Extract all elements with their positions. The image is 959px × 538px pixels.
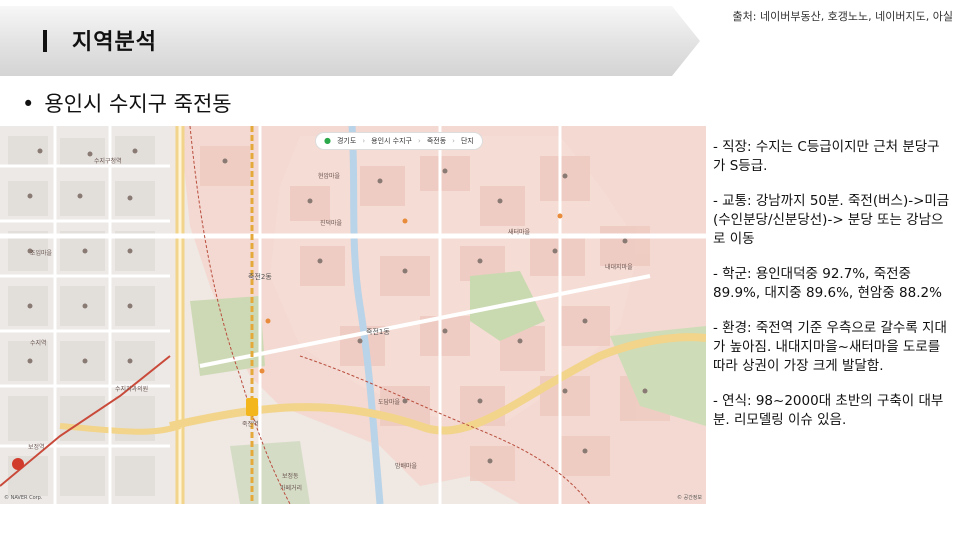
map-copyright: © NAVER Corp.	[4, 495, 43, 501]
breadcrumb-province[interactable]: 경기도	[337, 133, 356, 149]
map-label-jindeokmaeul: 진덕마을	[320, 220, 343, 227]
note-employment: - 직장: 수지는 C등급이지만 근처 분당구가 S등급.	[713, 139, 940, 174]
map-label-bojeongdong: 보정동	[282, 473, 299, 480]
map-label-jukjeon1: 죽전1동	[366, 328, 390, 336]
map-label-sujiguchinlyo: 수지치과의원	[115, 386, 149, 393]
title-accent-bar	[43, 30, 47, 52]
map-label-bojeongyeok: 보정역	[28, 444, 45, 451]
analysis-notes: - 직장: 수지는 C등급이지만 근처 분당구가 S등급. - 교통: 강남까지…	[713, 138, 951, 446]
area-map[interactable]: ● 경기도 › 용인시 수지구 › 죽전동 › 단지 죽전2동 죽전1동 죽전역…	[0, 126, 706, 504]
page-subtitle: • 용인시 수지구 죽전동	[22, 88, 232, 118]
map-label-sujigusi: 수지구청역	[94, 158, 122, 165]
note-transport: - 교통: 강남까지 50분. 죽전(버스)->미금(수인분당/신분당선)-> …	[713, 193, 950, 247]
map-label-hyeonammaeul: 현암마을	[318, 173, 341, 180]
breadcrumb-separator-icon: ›	[362, 137, 366, 145]
breadcrumb-dong[interactable]: 죽전동	[427, 133, 446, 149]
map-label-jukjeon-station: 죽전역	[242, 421, 259, 428]
note-environment: - 환경: 죽전역 기준 우측으로 갈수록 지대가 높아짐. 내대지마을~새터마…	[713, 320, 947, 374]
subtitle-bullet: •	[22, 92, 35, 116]
map-label-chogimaeul: 초입마을	[30, 250, 53, 257]
map-label-cafe-street: 카페거리	[280, 485, 303, 492]
breadcrumb-separator-icon: ›	[418, 137, 421, 145]
map-label-saeteomaeul: 새터마을	[508, 229, 531, 236]
map-label-naedaejimaeul: 내대지마을	[605, 264, 633, 271]
breadcrumb-city[interactable]: 용인시 수지구	[371, 133, 412, 149]
map-canvas	[0, 126, 706, 504]
note-building-age: - 연식: 98~2000대 초반의 구축이 대부분. 리모델링 이슈 있음.	[713, 393, 944, 428]
location-pin-icon: ●	[324, 136, 331, 145]
map-label-domaeul: 도담마을	[378, 399, 401, 406]
section-title: 지역분석	[72, 30, 157, 55]
subtitle-text: 용인시 수지구 죽전동	[44, 92, 232, 116]
map-scale: © 공간정보	[677, 495, 702, 501]
map-label-jukjeon2: 죽전2동	[248, 273, 272, 281]
breadcrumb-complex[interactable]: 단지	[461, 133, 474, 149]
note-school: - 학군: 용인대덕중 92.7%, 죽전중 89.9%, 대지중 89.6%,…	[713, 266, 942, 301]
source-credit: 출처: 네이버부동산, 호갱노노, 네이버지도, 아실	[732, 10, 953, 23]
breadcrumb-separator-icon: ›	[452, 137, 455, 145]
map-label-sujiyeok: 수지역	[30, 340, 47, 347]
map-breadcrumb[interactable]: ● 경기도 › 용인시 수지구 › 죽전동 › 단지	[315, 132, 483, 150]
map-label-bambaemaeul: 밤배마을	[395, 463, 418, 470]
